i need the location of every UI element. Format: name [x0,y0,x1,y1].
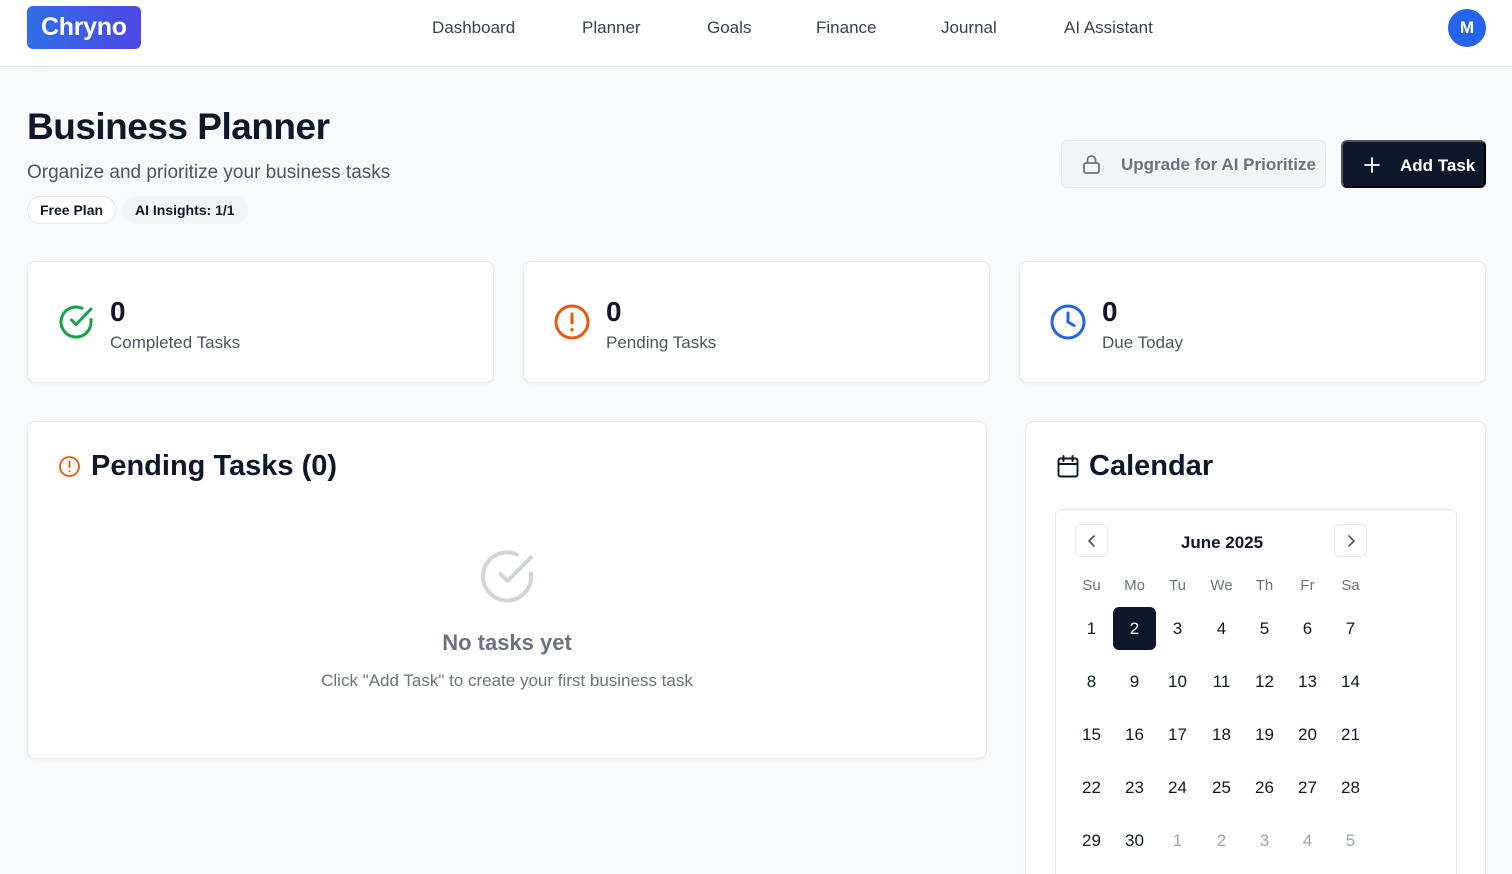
top-bar: Chryno Dashboard Planner Goals Finance J… [0,0,1512,67]
main-nav: Dashboard Planner Goals Finance Journal … [0,0,1512,56]
date-picker: June 2025 Su Mo Tu We Th Fr Sa 1 2 3 4 5 6 7 8 9 10 11 12… [1055,509,1457,874]
completed-count: 0 [110,296,126,327]
completed-label: Completed Tasks [110,333,241,352]
calendar-day[interactable]: 27 [1286,766,1329,809]
lock-icon [1082,154,1101,180]
calendar-day[interactable]: 6 [1286,607,1329,650]
due-today-label: Due Today [1102,333,1183,352]
weekday-label: Su [1082,577,1101,594]
calendar-day[interactable]: 14 [1329,660,1372,703]
nav-journal[interactable]: Journal [941,18,997,38]
calendar-day[interactable]: 26 [1243,766,1286,809]
alert-circle-icon [58,455,81,483]
add-task-button[interactable]: Add Task [1341,140,1486,188]
stat-card-due-today: 0 Due Today [1019,261,1486,383]
clock-icon [1049,303,1087,346]
weekday-label: Tu [1169,577,1186,594]
page-subtitle: Organize and prioritize your business ta… [27,162,391,183]
page-title: Business Planner [27,106,330,147]
next-month-button[interactable] [1334,524,1367,557]
stat-card-pending: 0 Pending Tasks [523,261,990,383]
plus-icon [1363,156,1381,179]
nav-goals[interactable]: Goals [707,18,751,38]
upgrade-button-label: Upgrade for AI Prioritize [1121,155,1316,174]
calendar-day[interactable]: 3 [1156,607,1199,650]
calendar-day[interactable]: 8 [1070,660,1113,703]
calendar-panel: Calendar June 2025 Su Mo Tu We Th Fr Sa 123456… [1025,421,1486,874]
nav-planner[interactable]: Planner [582,18,641,38]
calendar-month-label: June 2025 [1180,533,1264,552]
upgrade-ai-prioritize-button[interactable]: Upgrade for AI Prioritize [1061,140,1326,188]
calendar-day[interactable]: 30 [1113,819,1156,862]
calendar-day[interactable]: 3 [1243,819,1286,862]
pending-label: Pending Tasks [606,333,717,352]
chevron-right-icon [1348,535,1355,547]
ai-insights-badge: AI Insights: 1/1 [122,196,248,224]
calendar-day[interactable]: 17 [1156,713,1199,756]
calendar-day[interactable]: 2 [1200,819,1243,862]
calendar-day[interactable]: 19 [1243,713,1286,756]
stat-card-completed: 0 Completed Tasks [27,261,494,383]
calendar-day[interactable]: 18 [1200,713,1243,756]
calendar-day[interactable]: 20 [1286,713,1329,756]
calendar-day[interactable]: 11 [1200,660,1243,703]
weekday-label: Sa [1341,577,1360,594]
calendar-day[interactable]: 9 [1113,660,1156,703]
calendar-day[interactable]: 25 [1200,766,1243,809]
calendar-day[interactable]: 29 [1070,819,1113,862]
calendar-day[interactable]: 21 [1329,713,1372,756]
empty-state-title: No tasks yet [442,630,572,655]
calendar-day[interactable]: 1 [1156,819,1199,862]
add-task-button-label: Add Task [1400,156,1476,175]
calendar-day[interactable]: 4 [1200,607,1243,650]
nav-finance[interactable]: Finance [816,18,876,38]
weekday-label: We [1210,577,1233,594]
calendar-day[interactable]: 12 [1243,660,1286,703]
nav-dashboard[interactable]: Dashboard [432,18,515,38]
calendar-day[interactable]: 23 [1113,766,1156,809]
calendar-day[interactable]: 16 [1113,713,1156,756]
calendar-icon [1057,455,1079,483]
calendar-day[interactable]: 28 [1329,766,1372,809]
calendar-day[interactable]: 24 [1156,766,1199,809]
calendar-day[interactable]: 4 [1286,819,1329,862]
calendar-day[interactable]: 15 [1070,713,1113,756]
weekday-label: Fr [1300,577,1315,594]
nav-ai-assistant[interactable]: AI Assistant [1064,18,1153,38]
weekday-label: Mo [1124,577,1145,594]
check-circle-icon [480,549,535,609]
calendar-title: Calendar [1089,450,1214,482]
calendar-day[interactable]: 7 [1329,607,1372,650]
empty-state-subtitle: Click "Add Task" to create your first bu… [321,671,693,690]
check-circle-icon [57,303,95,346]
calendar-day[interactable]: 5 [1243,607,1286,650]
calendar-day[interactable]: 22 [1070,766,1113,809]
weekday-label: Th [1255,577,1274,594]
calendar-day[interactable]: 1 [1070,607,1113,650]
pending-tasks-panel: Pending Tasks (0) No tasks yet Click "Ad… [27,421,987,759]
calendar-day[interactable]: 10 [1156,660,1199,703]
calendar-day[interactable]: 2 [1113,607,1156,650]
pending-count: 0 [606,296,622,327]
user-avatar[interactable]: M [1448,9,1486,47]
plan-badge: Free Plan [27,196,117,224]
calendar-day[interactable]: 5 [1329,819,1372,862]
pending-tasks-title: Pending Tasks (0) [91,450,338,482]
calendar-day[interactable]: 13 [1286,660,1329,703]
alert-circle-icon [553,303,591,346]
due-today-count: 0 [1102,296,1118,327]
